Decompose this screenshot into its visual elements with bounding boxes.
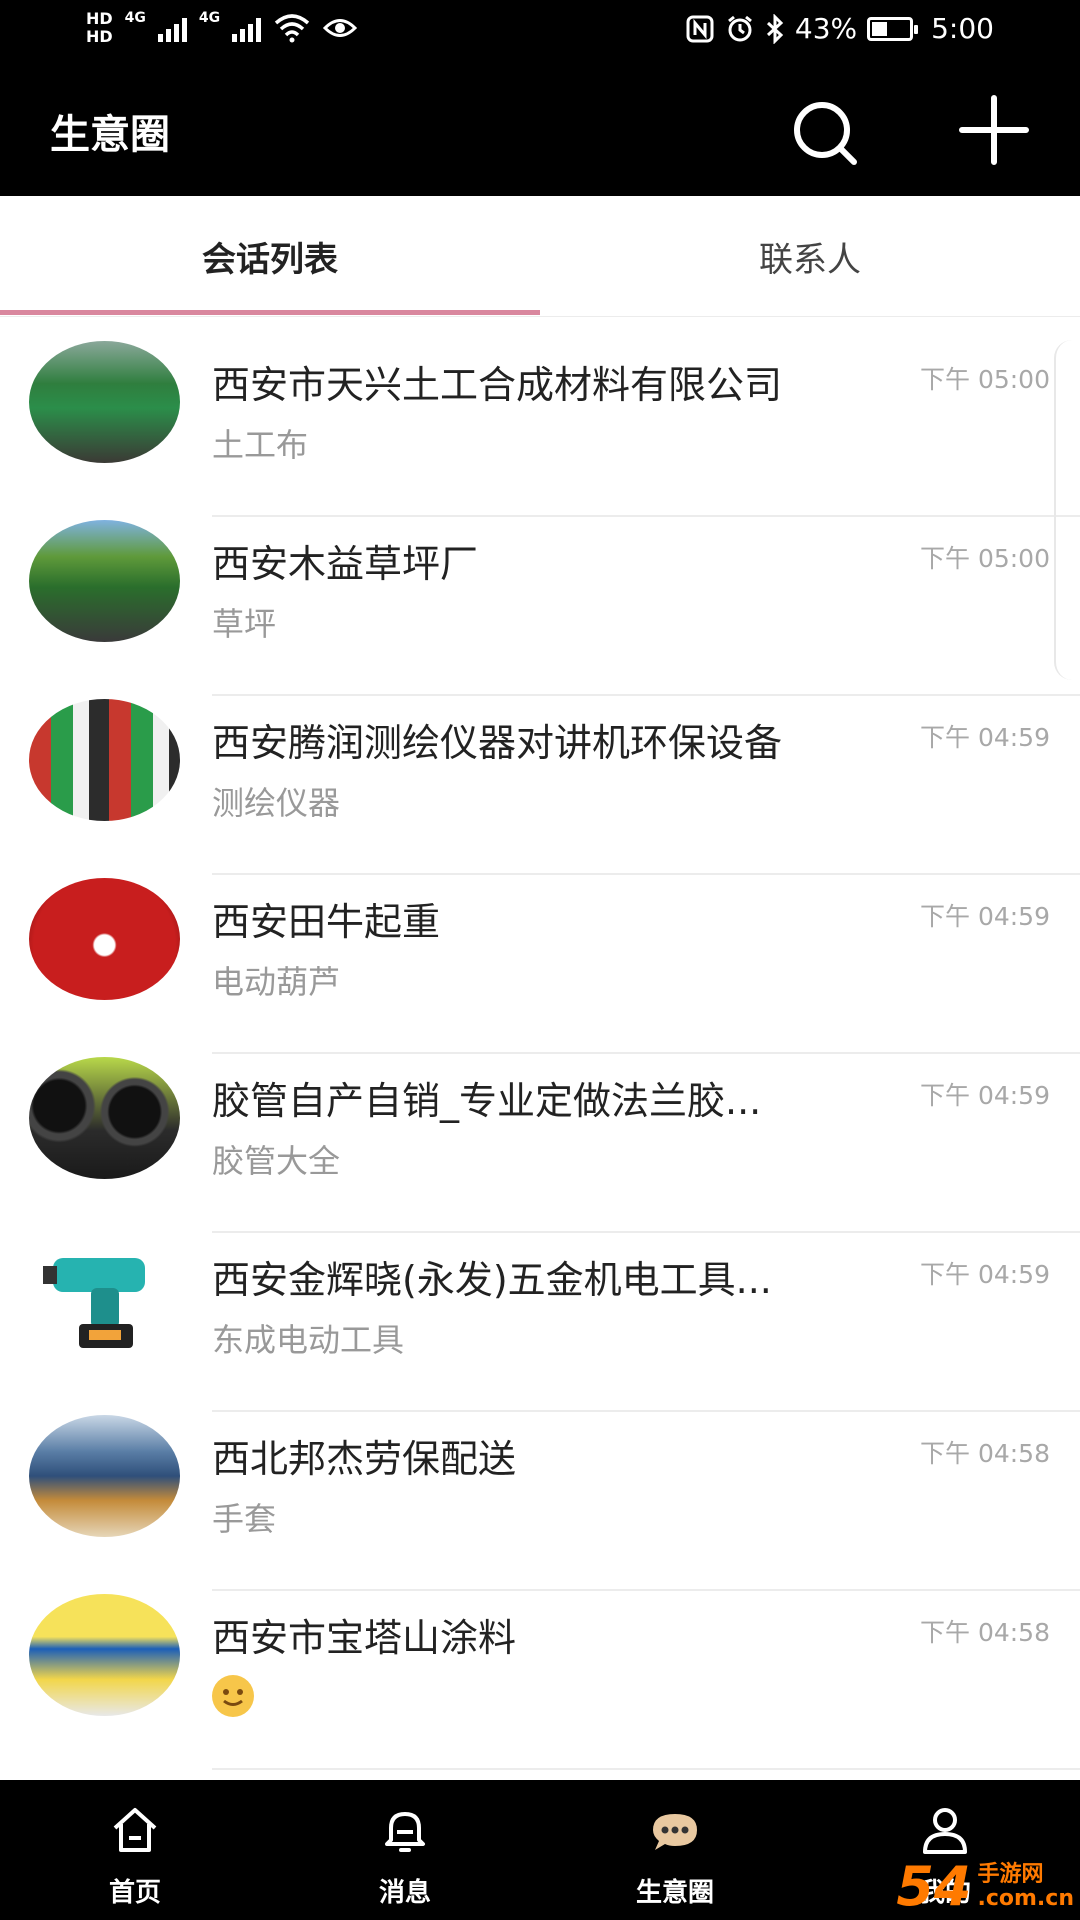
conversation-time: 下午 04:59 [920, 723, 1050, 752]
battery-percent: 43% [794, 12, 858, 45]
conversation-title: 西安田牛起重 [212, 900, 441, 944]
conversation-title: 西安金辉晓(永发)五金机电工具... [212, 1258, 772, 1302]
status-time: 5:00 [931, 12, 994, 45]
app-bar: 生意圈 [0, 64, 1080, 196]
avatar [29, 1057, 180, 1179]
watermark-number: 54 [896, 1855, 972, 1918]
smile-emoji-icon [212, 1675, 254, 1717]
conversation-time: 下午 05:00 [920, 544, 1050, 573]
conversation-row[interactable]: 西安金辉晓(永发)五金机电工具... 东成电动工具 下午 04:59 [0, 1233, 1080, 1412]
nav-business-circle[interactable]: 生意圈 [540, 1780, 810, 1920]
conversation-time: 下午 04:59 [920, 1081, 1050, 1110]
tab-contacts[interactable]: 联系人 [540, 196, 1080, 316]
conversation-title: 胶管自产自销_专业定做法兰胶... [212, 1079, 762, 1123]
conversation-row[interactable]: 西安田牛起重 电动葫芦 下午 04:59 [0, 875, 1080, 1054]
tab-indicator [0, 310, 540, 315]
tab-conversations[interactable]: 会话列表 [0, 196, 540, 316]
nav-home-label: 首页 [108, 1878, 161, 1908]
conversation-row[interactable]: 西北邦杰劳保配送 手套 下午 04:58 [0, 1412, 1080, 1591]
conversation-time: 下午 04:59 [920, 902, 1050, 931]
avatar [29, 878, 180, 1000]
page-title: 生意圈 [50, 112, 170, 158]
conversation-row[interactable]: 胶管自产自销_专业定做法兰胶... 胶管大全 下午 04:59 [0, 1054, 1080, 1233]
user-icon [923, 1808, 967, 1854]
nfc-icon [686, 15, 714, 42]
conversation-list: 西安市天兴土工合成材料有限公司 土工布 下午 05:00 西安木益草坪厂 草坪 … [0, 338, 1080, 1770]
nav-home[interactable]: 首页 [0, 1780, 270, 1920]
add-icon[interactable] [954, 90, 1034, 170]
conversation-title: 西安木益草坪厂 [212, 542, 479, 586]
conversation-preview: 胶管大全 [212, 1142, 341, 1180]
conversation-title: 西北邦杰劳保配送 [212, 1437, 517, 1481]
conversation-time: 下午 04:59 [920, 1260, 1050, 1289]
hd-top-label: HD [86, 9, 113, 28]
watermark: 54 手游网 .com.cn [896, 1860, 1074, 1914]
conversation-time: 下午 04:58 [920, 1439, 1050, 1468]
conversation-row[interactable]: 西安腾润测绘仪器对讲机环保设备 测绘仪器 下午 04:59 [0, 696, 1080, 875]
avatar [29, 341, 180, 463]
search-icon[interactable] [786, 92, 866, 172]
avatar [29, 1594, 180, 1716]
row-divider [212, 1768, 1080, 1770]
alarm-icon [727, 15, 752, 41]
conversation-time: 下午 05:00 [920, 365, 1050, 394]
avatar [29, 699, 180, 821]
signal-2-icon [232, 14, 262, 42]
watermark-text-top: 手游网 [977, 1862, 1044, 1887]
avatar [29, 1415, 180, 1537]
nav-messages-label: 消息 [378, 1878, 431, 1908]
bluetooth-icon [766, 13, 784, 44]
conversation-preview: 草坪 [212, 605, 277, 643]
conversation-preview: 土工布 [212, 426, 309, 464]
chat-bubble-icon [653, 1814, 697, 1850]
watermark-text: 手游网 .com.cn [978, 1863, 1075, 1911]
status-left: HD HD 4G 4G [86, 10, 358, 46]
hd-bottom-label: HD [86, 27, 113, 46]
nav-business-circle-label: 生意圈 [635, 1878, 714, 1908]
conversation-title: 西安腾润测绘仪器对讲机环保设备 [212, 721, 783, 765]
signal-2-label: 4G [198, 10, 221, 26]
hd-indicator: HD HD [86, 10, 113, 46]
signal-1-icon [157, 14, 187, 42]
conversation-preview: 电动葫芦 [212, 963, 341, 1001]
watermark-text-bottom: .com.cn [977, 1886, 1075, 1911]
tab-bar: 会话列表 联系人 [0, 196, 1080, 317]
conversation-row[interactable]: 西安木益草坪厂 草坪 下午 05:00 [0, 517, 1080, 696]
conversation-row[interactable]: 西安市宝塔山涂料 下午 04:58 [0, 1591, 1080, 1770]
avatar [29, 520, 180, 642]
power-drill-icon [43, 1258, 145, 1348]
scroll-indicator [1054, 340, 1080, 680]
signal-1-label: 4G [124, 10, 146, 26]
nav-messages[interactable]: 消息 [270, 1780, 540, 1920]
status-bar: HD HD 4G 4G 43% 5:00 [0, 0, 1080, 64]
conversation-preview: 东成电动工具 [212, 1321, 405, 1359]
conversation-preview: 测绘仪器 [212, 784, 341, 822]
conversation-title: 西安市天兴土工合成材料有限公司 [212, 363, 783, 407]
conversation-preview: 手套 [212, 1500, 277, 1538]
battery-level [872, 21, 888, 36]
conversation-title: 西安市宝塔山涂料 [212, 1616, 517, 1660]
conversation-row[interactable]: 西安市天兴土工合成材料有限公司 土工布 下午 05:00 [0, 338, 1080, 517]
conversation-preview [212, 1673, 254, 1723]
battery-icon [867, 16, 919, 41]
eye-icon [323, 19, 358, 37]
status-right: 43% 5:00 [685, 12, 994, 45]
home-icon [113, 1808, 157, 1852]
wifi-icon [274, 14, 310, 43]
conversation-time: 下午 04:58 [920, 1618, 1050, 1647]
avatar [29, 1236, 180, 1358]
bell-icon [385, 1812, 425, 1852]
